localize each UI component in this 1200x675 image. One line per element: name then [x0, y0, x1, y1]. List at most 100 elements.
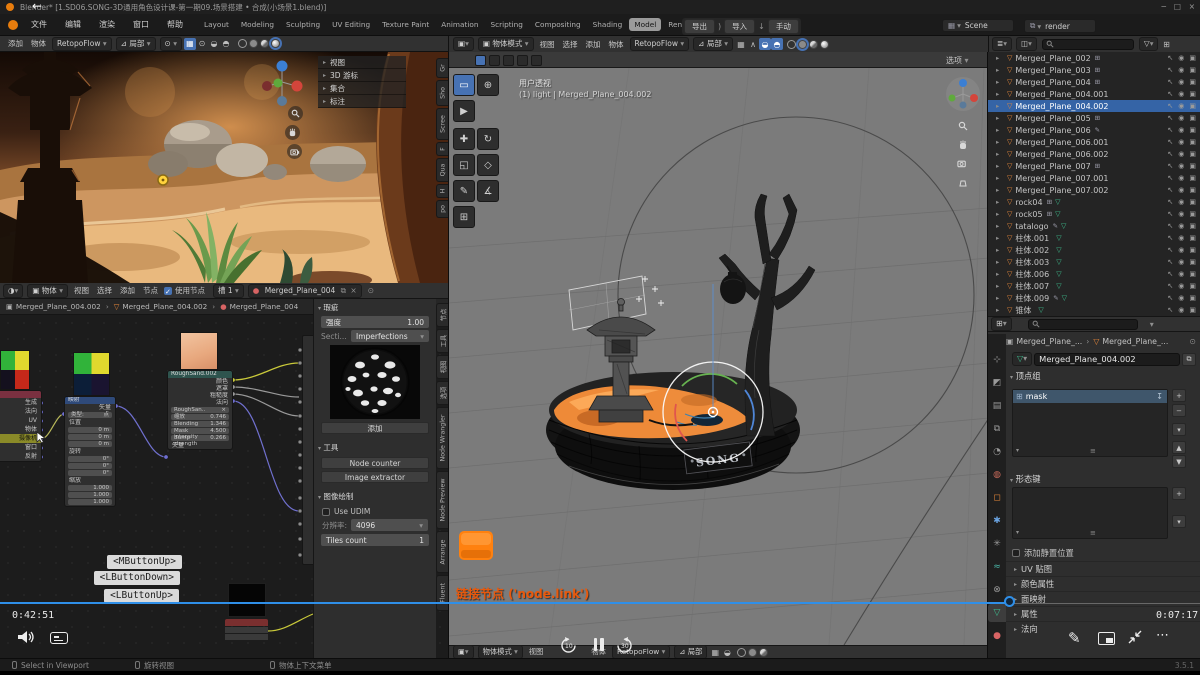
annotate-tool[interactable]: ✎ — [453, 180, 475, 202]
outliner-row[interactable]: ▸ ▽ rock04 ⊞ ▽ ↖ ◉ ▣ — [988, 196, 1200, 208]
pan-button[interactable] — [955, 137, 970, 152]
sidepanel-header[interactable]: ▸视图 — [318, 56, 406, 69]
unlink-icon[interactable]: × — [350, 286, 356, 295]
vertex-groups-header[interactable]: ▾ 顶点组 — [1010, 370, 1196, 382]
maximize-button[interactable]: □ — [1174, 2, 1181, 11]
options-icon[interactable]: ▾ — [1150, 320, 1154, 329]
expand-arrow-icon[interactable]: ▸ — [996, 174, 1004, 182]
hide-viewport-icon[interactable]: ◉ — [1178, 222, 1184, 230]
object-name[interactable]: 锥体 — [1015, 305, 1031, 316]
wireframe-shading-button[interactable] — [238, 39, 247, 48]
object-name[interactable]: Merged_Plane_005 — [1015, 114, 1090, 123]
properties-tab[interactable]: ✱ — [988, 512, 1006, 530]
selectable-toggle-icon[interactable]: ↖ — [1167, 306, 1173, 314]
node-output[interactable]: 反射 — [0, 452, 41, 461]
object-name[interactable]: rock04 — [1015, 198, 1042, 207]
use-nodes-toggle[interactable]: ✓ 使用节点 — [164, 285, 205, 296]
export-button[interactable]: 导出 — [684, 19, 715, 34]
expand-arrow-icon[interactable]: ▸ — [996, 222, 1004, 230]
minimize-button[interactable]: ─ — [1161, 2, 1166, 11]
object-name[interactable]: rock05 — [1015, 210, 1042, 219]
value-field[interactable]: 0 m — [68, 441, 112, 447]
sidebar-tab-node[interactable]: 节点 — [436, 303, 448, 327]
disable-render-icon[interactable]: ▣ — [1189, 306, 1196, 314]
sidebar-tab-tool[interactable]: 工具 — [436, 329, 448, 353]
material-shading-button[interactable] — [759, 648, 768, 657]
transform-orientation[interactable]: ⊿ 局部 — [674, 645, 707, 658]
outliner-row[interactable]: ▸ ▽ 柱体.003 ▽ ↖ ◉ ▣ — [988, 256, 1200, 268]
sidepanel-header[interactable]: ▸标注 — [318, 95, 406, 108]
object-name[interactable]: Merged_Plane_006 — [1015, 126, 1090, 135]
wireframe-shading-button[interactable] — [787, 40, 796, 49]
image-paint-panel-header[interactable]: ▾ 图像绘制 — [314, 488, 436, 504]
selectable-toggle-icon[interactable]: ↖ — [1167, 222, 1173, 230]
outliner-search-input[interactable] — [1042, 39, 1134, 50]
list-resize-grip[interactable]: ≡ — [1090, 529, 1096, 537]
fake-user-button[interactable]: ⧉ — [1182, 353, 1196, 366]
editor-type-button[interactable]: ▣▾ — [453, 37, 474, 51]
disable-render-icon[interactable]: ▣ — [1189, 210, 1196, 218]
proportional-edit-toggle[interactable]: ⊙ — [196, 38, 208, 50]
expand-arrow-icon[interactable]: ▸ — [996, 234, 1004, 242]
add-button[interactable]: 添加 — [321, 422, 429, 434]
add-vertex-group-button[interactable]: + — [1172, 389, 1186, 402]
material-datablock[interactable]: ● Merged_Plane_004 ⧉ × — [248, 284, 362, 298]
snap-toggle[interactable]: ▦ — [709, 646, 721, 658]
object-name[interactable]: tatalogo — [1015, 222, 1048, 231]
pin-icon[interactable]: ⊙ — [368, 286, 374, 295]
value-field[interactable]: 0 m — [68, 427, 112, 433]
breadcrumb-mesh[interactable]: Merged_Plane_... — [1102, 337, 1168, 346]
workspace-tab[interactable]: UV Editing — [327, 18, 375, 31]
hide-viewport-icon[interactable]: ◉ — [1178, 258, 1184, 266]
shape-keys-header[interactable]: ▾ 形态键 — [1010, 473, 1041, 485]
outliner-row[interactable]: ▸ ▽ Merged_Plane_003 ⊞ ↖ ◉ ▣ — [988, 64, 1200, 76]
selectable-toggle-icon[interactable]: ↖ — [1167, 54, 1173, 62]
selectable-toggle-icon[interactable]: ↖ — [1167, 198, 1173, 206]
expand-arrow-icon[interactable]: ▸ — [996, 90, 1004, 98]
value-field[interactable]: 0° — [68, 456, 112, 462]
object-name[interactable]: Merged_Plane_002 — [1015, 54, 1090, 63]
selectable-toggle-icon[interactable]: ↖ — [1167, 78, 1173, 86]
expand-arrow-icon[interactable]: ▸ — [996, 54, 1004, 62]
selectable-toggle-icon[interactable]: ↖ — [1167, 102, 1173, 110]
properties-tab[interactable]: ◻ — [988, 489, 1006, 507]
object-name[interactable]: 柱体.009 — [1015, 293, 1049, 304]
menubar-menu[interactable]: 窗口 — [124, 14, 158, 36]
outliner-row[interactable]: ▸ ▽ Merged_Plane_002 ⊞ ↖ ◉ ▣ — [988, 52, 1200, 64]
outliner-row[interactable]: ▸ ▽ 柱体.002 ▽ ↖ ◉ ▣ — [988, 244, 1200, 256]
workspace-tab[interactable]: Compositing — [530, 18, 586, 31]
outliner-row[interactable]: ▸ ▽ Merged_Plane_006 ✎ ↖ ◉ ▣ — [988, 124, 1200, 136]
expand-arrow-icon[interactable]: ▸ — [996, 294, 1004, 302]
object-menu[interactable]: 物体 — [31, 38, 46, 49]
mesh-data-icon-button[interactable]: ▽▾ — [1012, 352, 1032, 366]
viewport-menu[interactable]: 添加 — [586, 39, 601, 50]
disable-render-icon[interactable]: ▣ — [1189, 126, 1196, 134]
texture-coordinate-node[interactable]: 纹理坐标 生成法向UV物体摄像机窗口反射 — [0, 390, 42, 462]
outliner-row[interactable]: ▸ ▽ 锥体 ▽ ↖ ◉ ▣ — [988, 304, 1200, 316]
overlays-toggle[interactable]: ◒ — [721, 646, 733, 658]
sidebar-tab[interactable]: H — [436, 184, 448, 198]
object-name[interactable]: Merged_Plane_004.001 — [1015, 90, 1108, 99]
subtitles-button[interactable] — [50, 632, 68, 644]
hide-viewport-icon[interactable]: ◉ — [1178, 198, 1184, 206]
node-slider[interactable]: Mask intensity4.500 — [171, 428, 229, 434]
material-shading-button[interactable] — [260, 39, 269, 48]
outliner-row[interactable]: ▸ ▽ Merged_Plane_004 ⊞ ↖ ◉ ▣ — [988, 76, 1200, 88]
video-progress-handle[interactable] — [1004, 596, 1015, 607]
value-field[interactable]: 1.000 — [68, 499, 112, 505]
hide-viewport-icon[interactable]: ◉ — [1178, 138, 1184, 146]
properties-tab[interactable]: ▽ — [988, 604, 1006, 622]
object-name[interactable]: 柱体.006 — [1015, 269, 1049, 280]
node-output[interactable]: 生成 — [0, 398, 41, 407]
remove-vertex-group-button[interactable]: − — [1172, 404, 1186, 417]
expand-arrow-icon[interactable]: ▸ — [996, 198, 1004, 206]
breadcrumb-object[interactable]: Merged_Plane_... — [1016, 337, 1082, 346]
proportional-edit-toggle[interactable]: ∧ — [747, 38, 759, 50]
select-mode-tweak[interactable] — [475, 55, 486, 66]
hide-viewport-icon[interactable]: ◉ — [1178, 282, 1184, 290]
use-udim-row[interactable]: Use UDIM — [322, 507, 428, 516]
list-filter-icon[interactable]: ▾ — [1016, 529, 1019, 536]
node-output[interactable]: 法向 — [0, 407, 41, 416]
expand-arrow-icon[interactable]: ▸ — [996, 282, 1004, 290]
snap-toggle[interactable]: ▦ — [735, 38, 747, 50]
